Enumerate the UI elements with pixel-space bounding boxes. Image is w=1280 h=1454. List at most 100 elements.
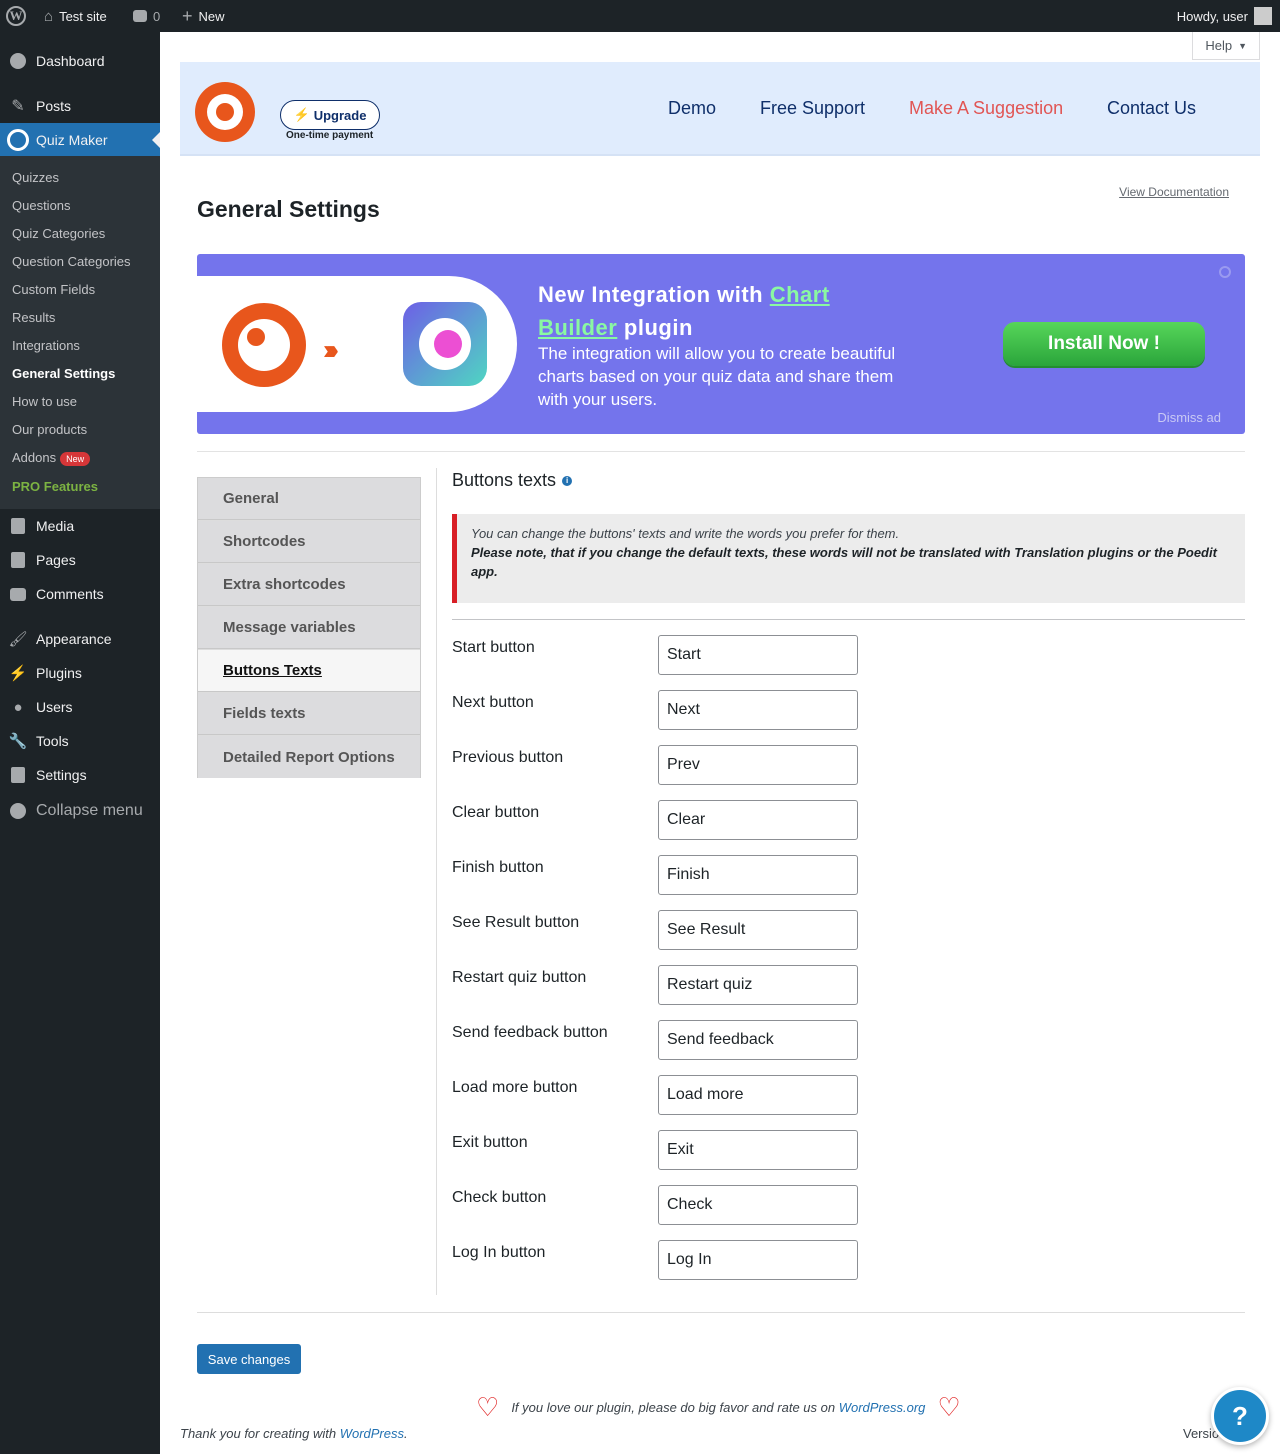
make-suggestion-link[interactable]: Make A Suggestion (909, 98, 1063, 119)
send-feedback-button-text-input[interactable] (658, 1020, 858, 1060)
comments-link[interactable]: 0 (133, 0, 160, 32)
free-support-link[interactable]: Free Support (760, 98, 865, 119)
field-label: Send feedback button (452, 1024, 608, 1041)
submenu-question-categories[interactable]: Question Categories (12, 254, 131, 269)
menu-appearance[interactable]: 🖌 Appearance (0, 622, 160, 656)
comments-count: 0 (153, 8, 161, 24)
one-time-payment-note: One-time payment (286, 130, 374, 141)
menu-media[interactable]: Media (0, 509, 160, 543)
log-in-button-text-input[interactable] (658, 1240, 858, 1280)
account-menu[interactable]: Howdy, user (1177, 0, 1272, 32)
check-button-text-input[interactable] (658, 1185, 858, 1225)
menu-collapse[interactable]: Collapse menu (0, 794, 160, 828)
page-title: General Settings (197, 196, 380, 222)
notice-line-1: You can change the buttons' texts and wr… (471, 526, 900, 541)
rate-us-message: ♡ If you love our plugin, please do big … (476, 1392, 961, 1422)
tab-extra-shortcodes[interactable]: Extra shortcodes (198, 564, 420, 606)
wordpress-logo-icon[interactable]: W (6, 0, 26, 32)
tab-general[interactable]: General (198, 478, 420, 520)
pages-icon (11, 552, 25, 568)
wrench-icon: 🔧 (8, 733, 28, 750)
clear-button-text-input[interactable] (658, 800, 858, 840)
site-name: Test site (59, 8, 107, 24)
main-content: Help ▼ ⚡ Upgrade One-time payment Demo F… (160, 32, 1280, 1454)
wordpress-org-link[interactable]: WordPress.org (839, 1400, 926, 1415)
menu-users[interactable]: ● Users (0, 690, 160, 724)
wordpress-link[interactable]: WordPress (340, 1426, 404, 1441)
submenu-our-products[interactable]: Our products (12, 422, 87, 437)
field-row-see-result: See Result button (452, 910, 1245, 950)
divider (452, 619, 1245, 620)
menu-tools[interactable]: 🔧 Tools (0, 724, 160, 758)
field-row-clear: Clear button (452, 800, 1245, 840)
close-icon[interactable] (1219, 266, 1231, 278)
user-icon: ● (13, 698, 23, 716)
field-row-load-more: Load more button (452, 1075, 1245, 1115)
previous-button-text-input[interactable] (658, 745, 858, 785)
submenu-integrations[interactable]: Integrations (12, 338, 80, 353)
submenu-pro-features[interactable]: PRO Features (12, 479, 98, 494)
quiz-maker-logo-icon[interactable] (195, 82, 255, 142)
help-label: Help (1205, 38, 1233, 53)
field-row-exit: Exit button (452, 1130, 1245, 1170)
help-chat-button[interactable]: ? (1211, 1387, 1269, 1445)
menu-settings[interactable]: Settings (0, 758, 160, 792)
chevrons-icon: ››› (323, 334, 339, 365)
field-label: Next button (452, 694, 534, 711)
load-more-button-text-input[interactable] (658, 1075, 858, 1115)
tab-shortcodes[interactable]: Shortcodes (198, 521, 420, 563)
submenu-questions[interactable]: Questions (12, 198, 71, 213)
pin-icon: ✎ (11, 98, 25, 115)
submenu-quizzes[interactable]: Quizzes (12, 170, 59, 185)
exit-button-text-input[interactable] (658, 1130, 858, 1170)
submenu-results[interactable]: Results (12, 310, 55, 325)
submenu-custom-fields[interactable]: Custom Fields (12, 282, 95, 297)
menu-quiz-maker[interactable]: Quiz Maker (0, 123, 160, 157)
field-label: Previous button (452, 749, 564, 766)
menu-label: Posts (36, 98, 72, 114)
tab-fields-texts[interactable]: Fields texts (198, 693, 420, 735)
tab-message-variables[interactable]: Message variables (198, 607, 420, 649)
demo-link[interactable]: Demo (668, 98, 716, 119)
divider (197, 1312, 1245, 1313)
upgrade-button[interactable]: ⚡ Upgrade (280, 100, 380, 130)
menu-label: Pages (36, 552, 76, 568)
tab-buttons-texts[interactable]: Buttons Texts (198, 650, 420, 692)
save-changes-button[interactable]: Save changes (197, 1344, 301, 1374)
submenu-how-to-use[interactable]: How to use (12, 394, 77, 409)
next-button-text-input[interactable] (658, 690, 858, 730)
submenu-general-settings[interactable]: General Settings (12, 366, 115, 381)
finish-button-text-input[interactable] (658, 855, 858, 895)
ad-logo-panel: ››› (197, 276, 517, 412)
info-icon[interactable]: i (562, 475, 573, 486)
avatar (1254, 7, 1272, 25)
menu-comments[interactable]: Comments (0, 577, 160, 611)
heart-icon: ♡ (476, 1392, 500, 1422)
submenu-quiz-categories[interactable]: Quiz Categories (12, 226, 105, 241)
contact-us-link[interactable]: Contact Us (1107, 98, 1196, 119)
submenu-addons[interactable]: Addons New (12, 450, 91, 466)
menu-label: Users (36, 699, 73, 715)
tab-detailed-report-options[interactable]: Detailed Report Options (198, 736, 420, 778)
start-button-text-input[interactable] (658, 635, 858, 675)
menu-posts[interactable]: ✎ Posts (0, 89, 160, 123)
lightning-icon: ⚡ (293, 107, 310, 122)
restart-quiz-button-text-input[interactable] (658, 965, 858, 1005)
menu-pages[interactable]: Pages (0, 543, 160, 577)
menu-plugins[interactable]: ⚡ Plugins (0, 656, 160, 690)
dismiss-ad-link[interactable]: Dismiss ad (1157, 410, 1221, 425)
see-result-button-text-input[interactable] (658, 910, 858, 950)
new-label: New (198, 8, 225, 24)
install-now-button[interactable]: Install Now ! (1003, 322, 1205, 366)
field-row-check: Check button (452, 1185, 1245, 1225)
view-documentation-link[interactable]: View Documentation (1119, 185, 1229, 199)
menu-dashboard[interactable]: Dashboard (0, 44, 160, 78)
settings-icon (11, 767, 25, 783)
submenu-addons-label: Addons (12, 450, 57, 465)
ad-title-pre: New Integration with (538, 282, 770, 307)
help-tab[interactable]: Help ▼ (1192, 32, 1260, 60)
home-icon: ⌂ (44, 7, 54, 25)
site-name-link[interactable]: ⌂ Test site (44, 0, 107, 32)
new-content-link[interactable]: + New (182, 0, 225, 32)
menu-label: Collapse menu (36, 802, 143, 819)
